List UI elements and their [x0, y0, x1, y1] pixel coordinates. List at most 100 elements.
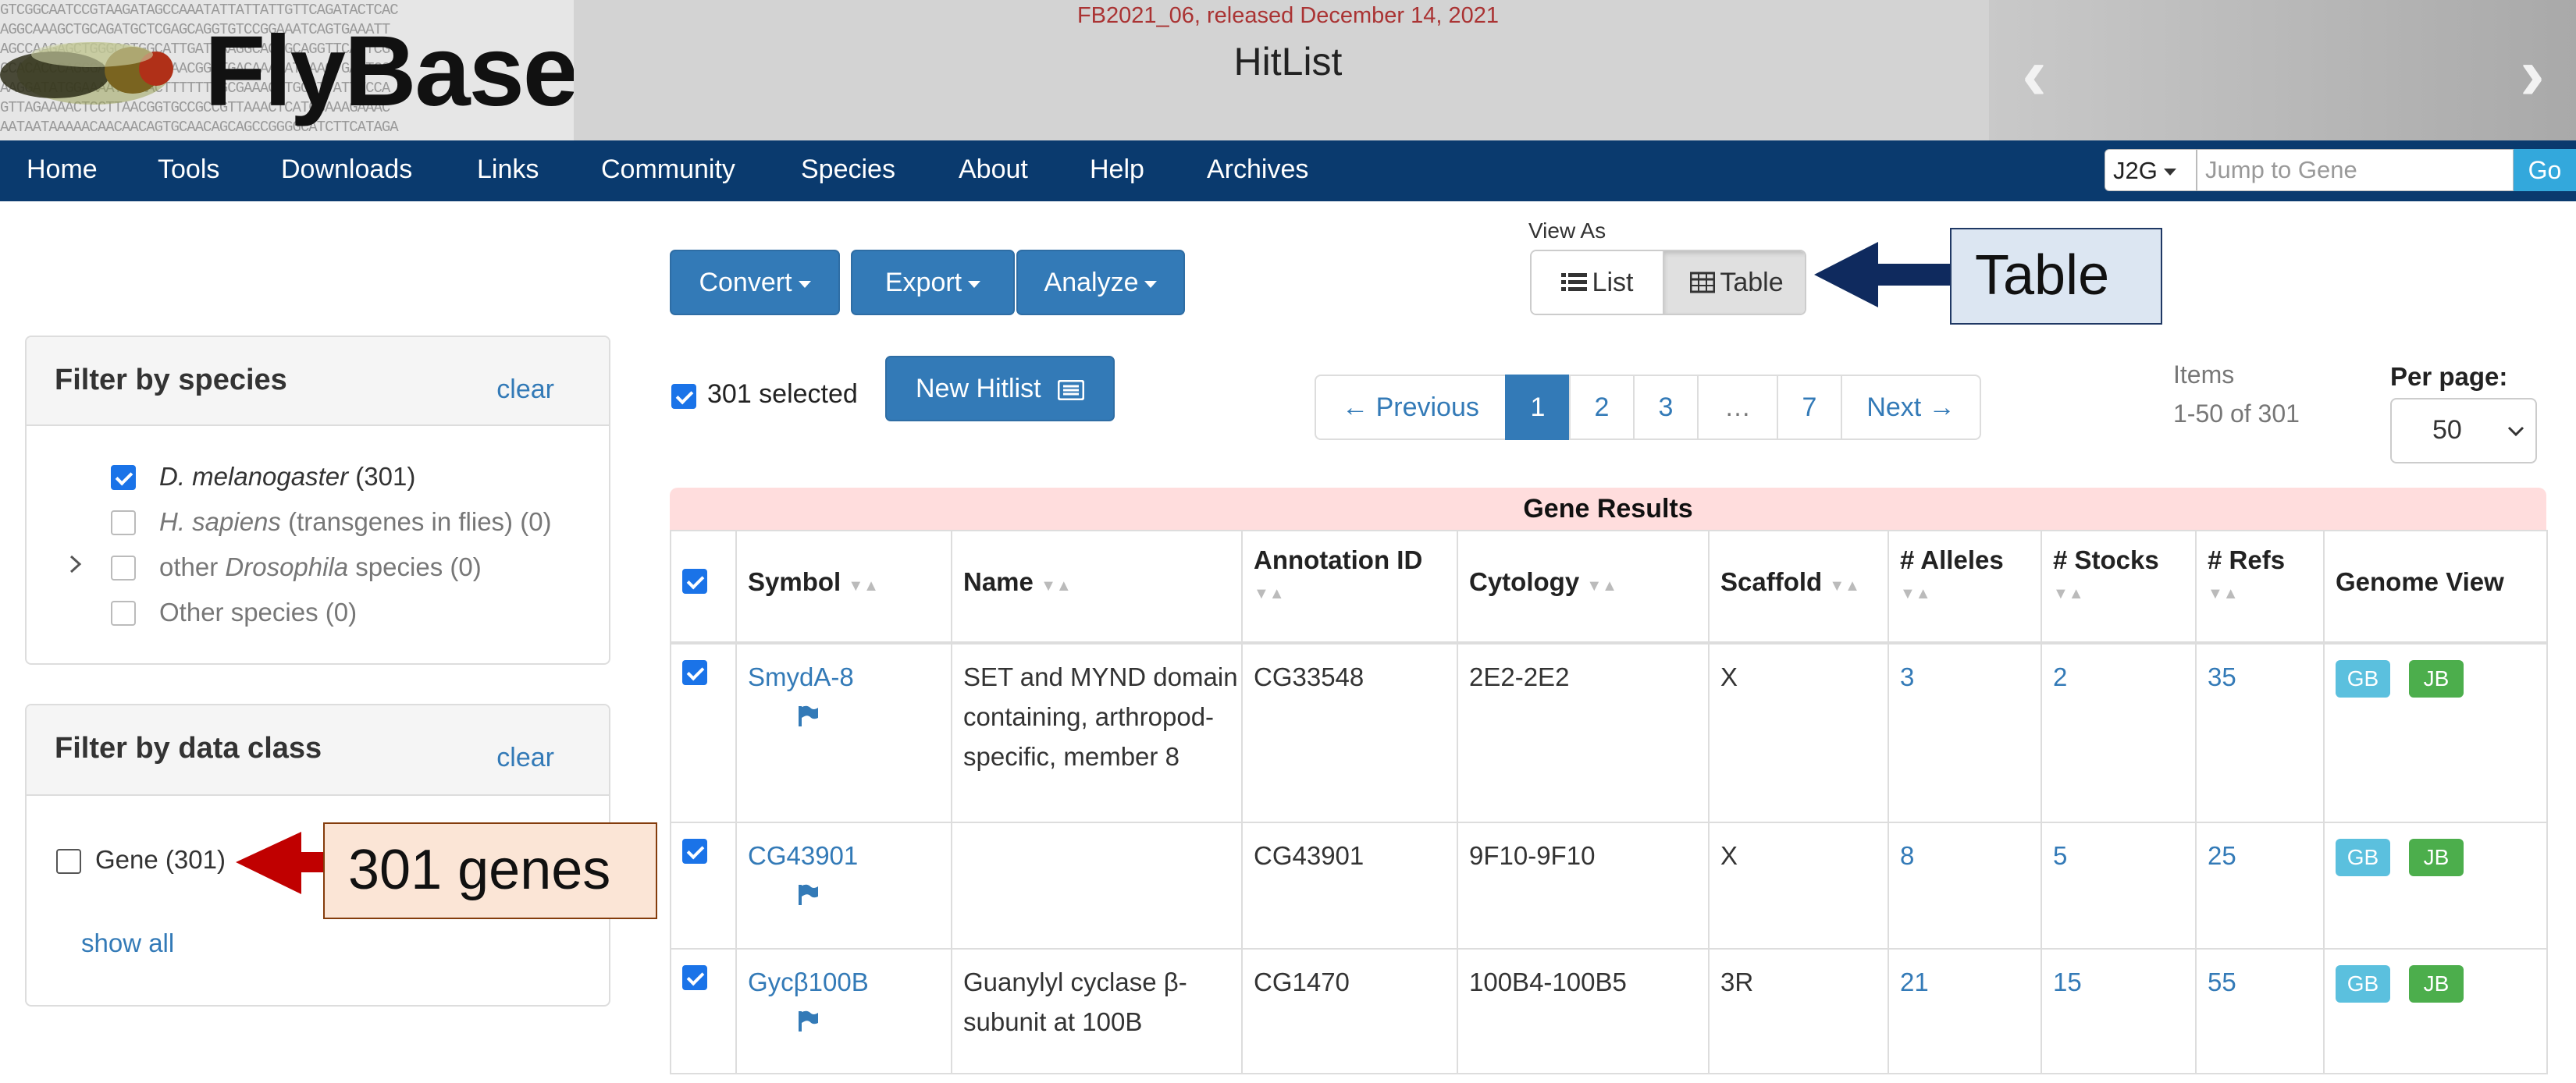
- carousel-prev-icon[interactable]: ‹: [2022, 31, 2047, 117]
- header-stocks[interactable]: # Stocks ▼▲: [2041, 530, 2197, 644]
- flag-icon[interactable]: [796, 705, 820, 728]
- cell-cytology: 2E2-2E2: [1457, 642, 1710, 823]
- nav-help[interactable]: Help: [1090, 154, 1144, 185]
- view-list-button[interactable]: List: [1532, 251, 1663, 314]
- header-annotation-id[interactable]: Annotation ID ▼▲: [1241, 530, 1458, 644]
- gbrowse-button[interactable]: GB: [2336, 660, 2390, 698]
- sort-icon[interactable]: ▼▲: [848, 577, 879, 595]
- cell-alleles: 8: [1888, 822, 2042, 950]
- chevron-down-icon: [2507, 426, 2524, 437]
- cell-annotation-id: CG1470: [1241, 948, 1458, 1074]
- pagination-previous[interactable]: ← Previous: [1315, 375, 1507, 440]
- j2g-dropdown[interactable]: J2G: [2105, 149, 2197, 191]
- header-refs[interactable]: # Refs ▼▲: [2195, 530, 2325, 644]
- alleles-link[interactable]: 21: [1900, 968, 1929, 996]
- sort-icon[interactable]: ▼▲: [1254, 585, 1285, 602]
- alleles-link[interactable]: 3: [1900, 662, 1914, 691]
- cell-refs: 55: [2195, 948, 2325, 1074]
- gbrowse-button[interactable]: GB: [2336, 965, 2390, 1003]
- analyze-button[interactable]: Analyze: [1016, 250, 1185, 315]
- sort-icon[interactable]: ▼▲: [1900, 585, 1931, 602]
- species-checkbox-dmel[interactable]: [111, 465, 136, 490]
- pagination-page-1[interactable]: 1: [1505, 375, 1571, 440]
- row-checkbox[interactable]: [682, 839, 707, 864]
- carousel-next-icon[interactable]: ›: [2520, 31, 2545, 117]
- cell-stocks: 5: [2041, 822, 2197, 950]
- nav-downloads[interactable]: Downloads: [281, 154, 412, 185]
- caret-down-icon: [968, 280, 981, 288]
- nav-archives[interactable]: Archives: [1207, 154, 1308, 185]
- nav-home[interactable]: Home: [27, 154, 98, 185]
- cell-annotation-id: CG33548: [1241, 642, 1458, 823]
- symbol-link[interactable]: CG43901: [748, 841, 858, 870]
- cell-name: [951, 822, 1243, 950]
- view-table-button[interactable]: Table: [1663, 251, 1805, 314]
- sort-icon[interactable]: ▼▲: [1829, 577, 1860, 595]
- header-select-all-checkbox[interactable]: [682, 569, 707, 594]
- sort-icon[interactable]: ▼▲: [2053, 585, 2084, 602]
- species-checkbox-hsap[interactable]: [111, 510, 136, 535]
- cell-scaffold: X: [1708, 822, 1889, 950]
- species-checkbox-other-drosophila[interactable]: [111, 556, 136, 581]
- flag-icon[interactable]: [796, 1010, 820, 1033]
- table-icon: [1689, 272, 1716, 293]
- row-select-cell: [670, 642, 737, 823]
- jbrowse-button[interactable]: JB: [2409, 839, 2464, 876]
- stocks-link[interactable]: 5: [2053, 841, 2067, 870]
- cell-stocks: 2: [2041, 642, 2197, 823]
- pagination-next[interactable]: Next →: [1841, 375, 1981, 440]
- nav-about[interactable]: About: [959, 154, 1028, 185]
- sort-icon[interactable]: ▼▲: [1041, 577, 1072, 595]
- sort-icon[interactable]: ▼▲: [2208, 585, 2239, 602]
- refs-link[interactable]: 25: [2208, 841, 2236, 870]
- convert-button[interactable]: Convert: [670, 250, 840, 315]
- species-label-other: Other species (0): [159, 598, 358, 627]
- nav-species[interactable]: Species: [801, 154, 895, 185]
- sort-icon[interactable]: ▼▲: [1586, 577, 1617, 595]
- filter-dataclass-clear[interactable]: clear: [496, 743, 554, 773]
- chevron-down-icon: [2163, 169, 2176, 176]
- species-checkbox-other[interactable]: [111, 601, 136, 626]
- export-button[interactable]: Export: [851, 250, 1015, 315]
- list-icon: [1560, 273, 1587, 291]
- view-as-label: View As: [1528, 218, 1606, 243]
- jump-to-gene-input[interactable]: [2197, 149, 2514, 191]
- jbrowse-button[interactable]: JB: [2409, 660, 2464, 698]
- pagination-page-7[interactable]: 7: [1777, 375, 1842, 440]
- select-all-checkbox[interactable]: [671, 384, 696, 409]
- dataclass-gene-label: Gene (301): [95, 845, 226, 874]
- header-scaffold[interactable]: Scaffold ▼▲: [1708, 530, 1889, 644]
- chevron-right-icon[interactable]: [69, 554, 83, 574]
- filter-species-clear[interactable]: clear: [496, 375, 554, 405]
- refs-link[interactable]: 55: [2208, 968, 2236, 996]
- gbrowse-button[interactable]: GB: [2336, 839, 2390, 876]
- row-checkbox[interactable]: [682, 965, 707, 990]
- stocks-link[interactable]: 15: [2053, 968, 2082, 996]
- nav-community[interactable]: Community: [601, 154, 735, 185]
- analyze-label: Analyze: [1044, 268, 1139, 297]
- refs-link[interactable]: 35: [2208, 662, 2236, 691]
- symbol-link[interactable]: Gycβ100B: [748, 968, 869, 996]
- show-all-link[interactable]: show all: [81, 929, 174, 958]
- new-hitlist-button[interactable]: New Hitlist: [885, 356, 1115, 421]
- dataclass-gene-checkbox[interactable]: [56, 849, 81, 874]
- pagination-page-2[interactable]: 2: [1569, 375, 1635, 440]
- header-cytology[interactable]: Cytology ▼▲: [1457, 530, 1710, 644]
- stocks-link[interactable]: 2: [2053, 662, 2067, 691]
- table-header-row: Symbol ▼▲ Name ▼▲ Annotation ID ▼▲ Cytolo…: [670, 530, 2548, 644]
- table-row: SmydA-8 SET and MYND domain containing, a…: [670, 642, 2548, 823]
- symbol-link[interactable]: SmydA-8: [748, 662, 854, 691]
- nav-tools[interactable]: Tools: [158, 154, 219, 185]
- alleles-link[interactable]: 8: [1900, 841, 1914, 870]
- list-alt-icon: [1057, 379, 1085, 401]
- header-alleles[interactable]: # Alleles ▼▲: [1888, 530, 2042, 644]
- nav-links[interactable]: Links: [477, 154, 539, 185]
- per-page-select[interactable]: 50: [2390, 398, 2537, 463]
- jbrowse-button[interactable]: JB: [2409, 965, 2464, 1003]
- header-name[interactable]: Name ▼▲: [951, 530, 1243, 644]
- pagination-page-3[interactable]: 3: [1633, 375, 1699, 440]
- row-checkbox[interactable]: [682, 660, 707, 685]
- go-button[interactable]: Go: [2514, 149, 2576, 191]
- flag-icon[interactable]: [796, 883, 820, 907]
- header-symbol[interactable]: Symbol ▼▲: [735, 530, 952, 644]
